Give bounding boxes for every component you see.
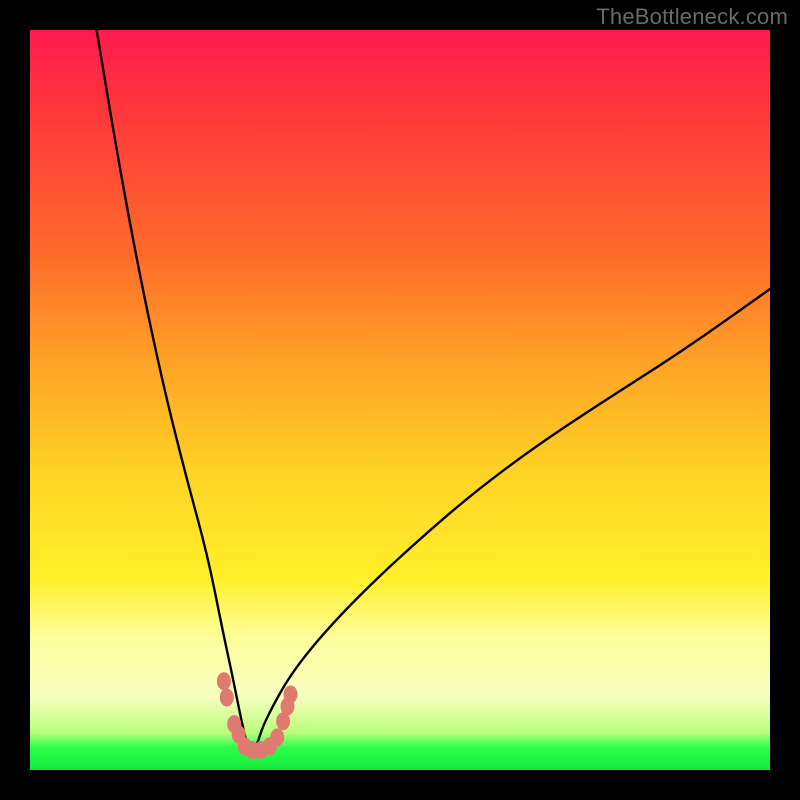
curve-marker xyxy=(284,686,298,704)
curve-marker xyxy=(270,728,284,746)
watermark-text: TheBottleneck.com xyxy=(596,4,788,30)
curve-marker xyxy=(217,672,231,690)
plot-area xyxy=(30,30,770,770)
bottleneck-curve xyxy=(97,30,770,752)
bottleneck-curve-svg xyxy=(30,30,770,770)
curve-layer xyxy=(97,30,770,752)
outer-frame: TheBottleneck.com xyxy=(0,0,800,800)
curve-marker xyxy=(220,689,234,707)
